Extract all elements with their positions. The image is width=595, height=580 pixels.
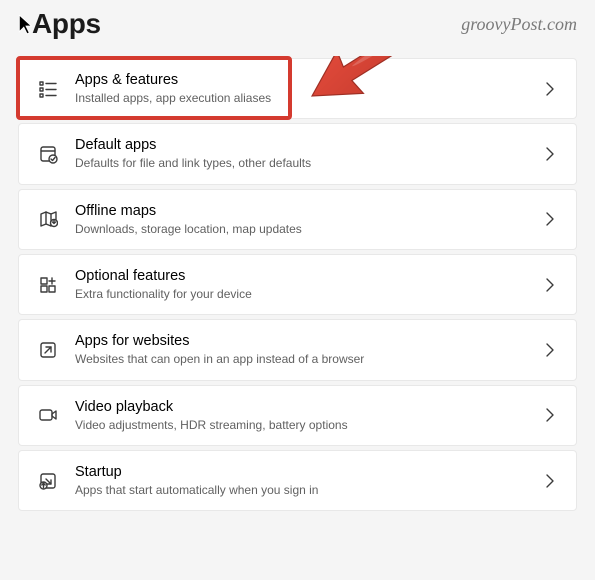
settings-item-apps-for-websites[interactable]: Apps for websitesWebsites that can open …	[18, 319, 577, 380]
item-description: Websites that can open in an app instead…	[75, 351, 528, 367]
apps-settings-page: Apps groovyPost.com Apps & featuresInsta…	[0, 0, 595, 529]
map-icon	[35, 209, 61, 229]
chevron-right-icon	[540, 471, 560, 491]
chevron-right-icon	[540, 405, 560, 425]
page-title: Apps	[18, 8, 101, 40]
open-link-icon	[35, 340, 61, 360]
page-header: Apps groovyPost.com	[18, 8, 577, 40]
item-label: Video playback	[75, 398, 528, 416]
settings-item-apps-features[interactable]: Apps & featuresInstalled apps, app execu…	[18, 58, 577, 119]
chevron-right-icon	[540, 340, 560, 360]
chevron-right-icon	[540, 144, 560, 164]
list-icon	[35, 79, 61, 99]
item-description: Apps that start automatically when you s…	[75, 482, 528, 498]
chevron-right-icon	[540, 79, 560, 99]
startup-icon	[35, 471, 61, 491]
settings-item-startup[interactable]: StartupApps that start automatically whe…	[18, 450, 577, 511]
item-label: Offline maps	[75, 202, 528, 220]
settings-item-optional-features[interactable]: Optional featuresExtra functionality for…	[18, 254, 577, 315]
plus-grid-icon	[35, 275, 61, 295]
default-icon	[35, 144, 61, 164]
settings-item-default-apps[interactable]: Default appsDefaults for file and link t…	[18, 123, 577, 184]
item-label: Apps & features	[75, 71, 528, 89]
item-label: Default apps	[75, 136, 528, 154]
item-description: Installed apps, app execution aliases	[75, 90, 528, 106]
item-label: Startup	[75, 463, 528, 481]
video-icon	[35, 405, 61, 425]
item-label: Apps for websites	[75, 332, 528, 350]
settings-list: Apps & featuresInstalled apps, app execu…	[18, 58, 577, 511]
item-description: Defaults for file and link types, other …	[75, 155, 528, 171]
item-description: Downloads, storage location, map updates	[75, 221, 528, 237]
item-description: Video adjustments, HDR streaming, batter…	[75, 417, 528, 433]
watermark-text: groovyPost.com	[461, 14, 577, 35]
settings-item-offline-maps[interactable]: Offline mapsDownloads, storage location,…	[18, 189, 577, 250]
item-label: Optional features	[75, 267, 528, 285]
chevron-right-icon	[540, 275, 560, 295]
item-description: Extra functionality for your device	[75, 286, 528, 302]
chevron-right-icon	[540, 209, 560, 229]
settings-item-video-playback[interactable]: Video playbackVideo adjustments, HDR str…	[18, 385, 577, 446]
